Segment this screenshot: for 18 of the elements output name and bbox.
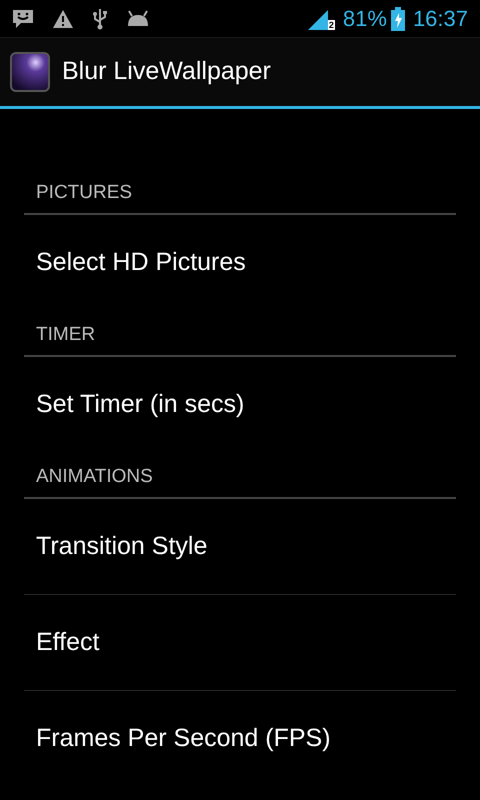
battery-charging-icon <box>390 6 405 30</box>
section-header: ANIMATIONS <box>36 467 154 487</box>
signal-icon <box>308 8 328 30</box>
preference-item[interactable]: Effect <box>24 595 456 691</box>
clock: 16:37 <box>412 5 468 33</box>
app-title: Blur LiveWallpaper <box>62 56 271 88</box>
section-header: PICTURES <box>36 183 134 203</box>
battery-percent: 81% <box>342 5 387 33</box>
preference-item[interactable]: Select HD Pictures <box>24 215 456 311</box>
preference-item[interactable]: Transition Style <box>24 499 456 595</box>
app-icon <box>10 52 50 92</box>
preference-item[interactable]: Frames Per Second (FPS) <box>24 691 456 787</box>
preference-item[interactable]: Set Timer (in secs) <box>24 357 456 453</box>
warning-icon <box>52 8 74 28</box>
usb-icon <box>92 8 108 30</box>
message-icon <box>12 8 34 28</box>
android-icon <box>126 10 150 28</box>
section-header: TIMER <box>36 325 96 345</box>
